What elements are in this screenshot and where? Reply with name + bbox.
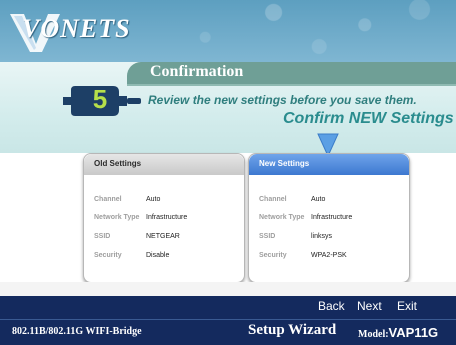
content-footer-strip: [0, 282, 456, 296]
back-button[interactable]: Back: [318, 299, 345, 313]
step-number: 5: [92, 84, 108, 114]
old-ssid-label: SSID: [94, 233, 111, 240]
old-channel-label: Channel: [94, 196, 122, 203]
exit-button[interactable]: Exit: [397, 299, 417, 313]
old-channel-value: Auto: [146, 196, 161, 203]
new-ssid-value: linksys: [311, 233, 333, 240]
new-settings-panel: New Settings Channel Auto Network Type I…: [248, 153, 410, 283]
instruction-text: Review the new settings before you save …: [148, 93, 417, 107]
new-network-type-value: Infrastructure: [311, 214, 353, 221]
new-settings-title: New Settings: [259, 159, 310, 168]
new-channel-label: Channel: [259, 196, 287, 203]
new-channel-value: Auto: [311, 196, 326, 203]
new-ssid-label: SSID: [259, 233, 276, 240]
wizard-label: Setup Wizard: [248, 322, 337, 338]
old-ssid-value: NETGEAR: [146, 233, 180, 240]
old-network-type-label: Network Type: [94, 214, 140, 221]
wizard-window: VONETS Confirmation 5 Review the new set…: [0, 0, 456, 345]
next-button[interactable]: Next: [357, 299, 382, 313]
model-name: VAP11G: [388, 325, 439, 340]
old-security-value: Disable: [146, 252, 170, 259]
logo-text: VONETS: [22, 14, 131, 43]
model-info: Model:VAP11G: [358, 325, 438, 340]
old-network-type-value: Infrastructure: [146, 214, 188, 221]
old-settings-title: Old Settings: [94, 159, 142, 168]
page-title: Confirmation: [150, 63, 244, 80]
header-banner: VONETS: [0, 0, 456, 62]
model-label: Model:: [358, 329, 389, 340]
title-underline: [127, 84, 456, 86]
new-security-label: Security: [259, 252, 287, 259]
new-security-value: WPA2-PSK: [311, 252, 347, 259]
old-security-label: Security: [94, 252, 122, 259]
confirm-heading: Confirm NEW Settings: [283, 110, 454, 127]
new-network-type-label: Network Type: [259, 214, 305, 221]
old-settings-panel: Old Settings Channel Auto Network Type I…: [83, 153, 245, 283]
navbar-divider: [0, 319, 456, 320]
product-name: 802.11B/802.11G WIFI-Bridge: [12, 326, 142, 337]
